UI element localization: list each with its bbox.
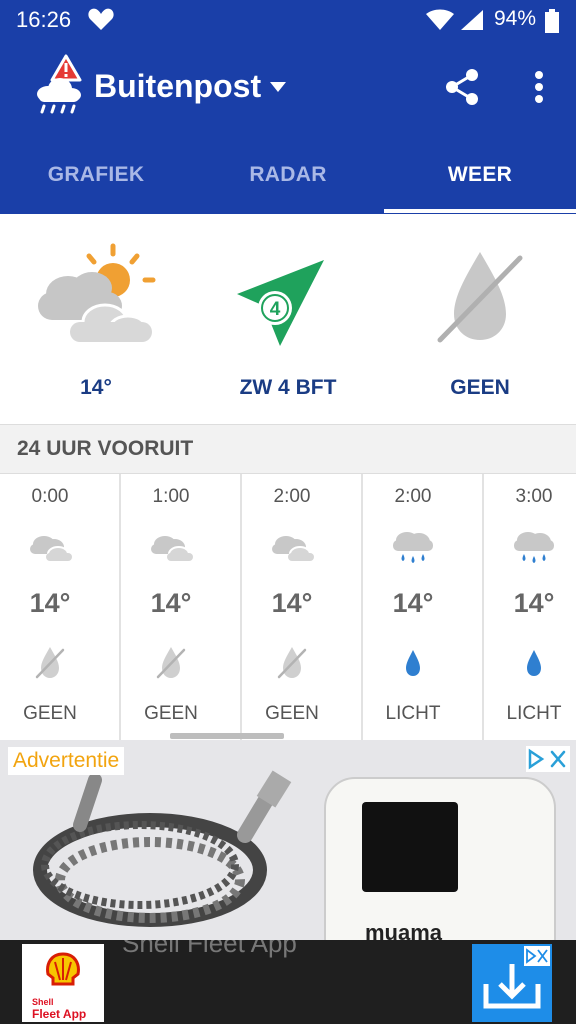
forecast-strip[interactable]: 0:00 14° GEEN 1:00 14° GEEN 2:00 14° GEE… — [0, 474, 576, 740]
no-rain-drop-icon — [437, 252, 523, 343]
wind-force-number: 4 — [270, 299, 281, 320]
tab-bar: GRAFIEK RADAR WEER — [0, 140, 576, 214]
current-precipitation-block: GEEN — [384, 214, 576, 424]
forecast-hour: 2:00 14° LICHT — [363, 474, 484, 740]
more-vert-icon[interactable] — [528, 70, 550, 106]
current-precipitation-value: GEEN — [450, 376, 510, 399]
forecast-heading: 24 UUR VOORUIT — [17, 437, 194, 460]
rain-drop-icon — [406, 650, 420, 676]
weather-alert-logo-icon — [37, 54, 82, 114]
cloud-icon — [272, 536, 314, 562]
current-wind-block: 4 ZW 4 BFT — [192, 214, 384, 424]
ad-brand-text: muama — [365, 920, 443, 940]
forecast-hour: 1:00 14° GEEN — [121, 474, 242, 740]
current-weather: 14° 4 ZW 4 BFT GEEN — [0, 214, 576, 424]
banner-logo-text: Shell Fleet App — [32, 996, 86, 1020]
wind-direction-arrow-icon: 4 — [237, 260, 324, 346]
forecast-time: 2:00 — [394, 486, 432, 507]
forecast-header: 24 UUR VOORUIT — [0, 424, 576, 474]
forecast-time: 3:00 — [515, 486, 553, 507]
forecast-precipitation: GEEN — [265, 703, 319, 724]
partly-cloudy-sun-icon — [38, 243, 156, 342]
signal-icon — [461, 10, 483, 30]
forecast-time: 1:00 — [152, 486, 190, 507]
forecast-precipitation: LICHT — [506, 703, 562, 724]
forecast-precipitation: GEEN — [23, 703, 77, 724]
app-bar: Buitenpost — [0, 40, 576, 140]
no-rain-drop-icon — [156, 647, 186, 679]
share-icon[interactable] — [444, 68, 480, 106]
status-bar: 16:26 94% — [0, 0, 576, 40]
dropdown-arrow-icon[interactable] — [268, 80, 288, 94]
forecast-hour: 0:00 14° GEEN — [0, 474, 121, 740]
no-rain-drop-icon — [277, 647, 307, 679]
download-icon — [483, 946, 550, 1009]
advertisement[interactable]: Advertentie muama — [0, 740, 576, 940]
battery-icon — [545, 9, 559, 33]
rain-cloud-icon — [514, 532, 554, 563]
forecast-temperature: 14° — [29, 588, 71, 618]
forecast-hour: 2:00 14° GEEN — [242, 474, 363, 740]
shell-emblem-icon — [46, 952, 80, 986]
forecast-temperature: 14° — [271, 588, 313, 618]
forecast-precipitation: GEEN — [144, 703, 198, 724]
rain-drop-icon — [527, 650, 541, 676]
ad-choices-icon[interactable] — [526, 746, 570, 772]
cloud-icon — [30, 536, 72, 562]
forecast-temperature: 14° — [392, 588, 434, 618]
forecast-temperature: 14° — [150, 588, 192, 618]
forecast-scrollbar[interactable] — [170, 733, 284, 739]
bottom-banner-ad[interactable]: Shell Fleet App Shell Fleet App — [0, 940, 576, 1024]
location-title[interactable]: Buitenpost — [94, 68, 261, 105]
banner-title: Shell Fleet App — [122, 940, 297, 958]
forecast-temperature: 14° — [513, 588, 555, 618]
no-rain-drop-icon — [35, 647, 65, 679]
forecast-precipitation: LICHT — [385, 703, 441, 724]
banner-logo-line2: Fleet App — [32, 1007, 87, 1021]
shell-logo-icon: Shell Fleet App — [22, 944, 104, 1022]
rain-cloud-icon — [393, 532, 433, 563]
ad-label: Advertentie — [8, 747, 125, 775]
battery-percent: 94% — [494, 7, 537, 30]
download-button[interactable] — [472, 944, 552, 1022]
tab-weer[interactable]: WEER — [384, 140, 576, 214]
tab-grafiek[interactable]: GRAFIEK — [0, 140, 192, 214]
current-wind-value: ZW 4 BFT — [239, 376, 337, 399]
status-time: 16:26 — [16, 7, 72, 32]
current-temperature-block: 14° — [0, 214, 192, 424]
forecast-time: 2:00 — [273, 486, 311, 507]
wifi-icon — [426, 9, 454, 30]
current-temperature-value: 14° — [80, 376, 112, 399]
forecast-hour: 3:00 14° LICHT — [484, 474, 576, 740]
tab-radar[interactable]: RADAR — [192, 140, 384, 214]
tab-indicator — [384, 209, 576, 213]
forecast-time: 0:00 — [31, 486, 69, 507]
cloud-icon — [151, 536, 193, 562]
heart-icon — [88, 8, 114, 30]
